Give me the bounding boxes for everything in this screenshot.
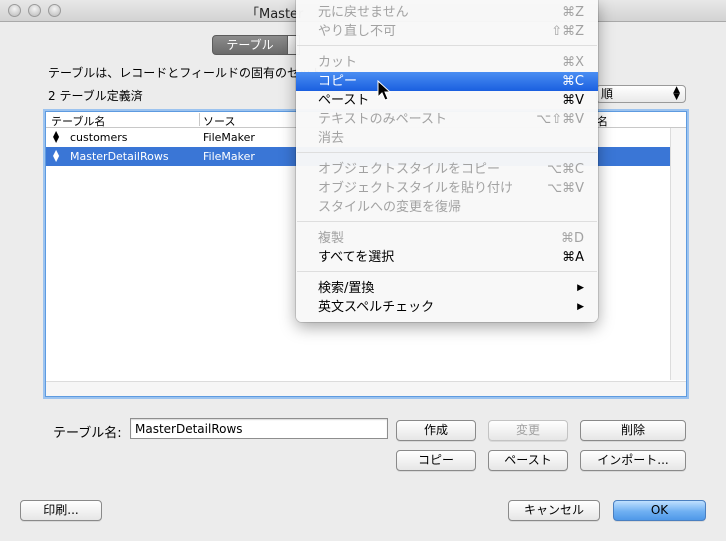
column-header-table-name[interactable]: テーブル名 — [51, 113, 105, 129]
select-arrows-icon: ▲ ▼ — [673, 85, 680, 102]
tables-description: テーブルは、レコードとフィールドの固有のセット — [48, 66, 324, 80]
edit-menu: 元に戻せません ⌘Z やり直し不可 ⇧⌘Z カット ⌘X コピー ⌘C ペースト… — [296, 0, 598, 322]
zoom-window-button[interactable] — [48, 4, 61, 17]
shortcut-label: ⌥⌘C — [546, 162, 584, 177]
paste-button[interactable]: ペースト — [488, 450, 568, 471]
menu-item-select-all[interactable]: すべてを選択 ⌘A — [296, 248, 598, 267]
delete-button[interactable]: 削除 — [580, 420, 686, 441]
create-button[interactable]: 作成 — [396, 420, 476, 441]
minimize-window-button[interactable] — [28, 4, 41, 17]
shortcut-label: ⌘V — [562, 93, 584, 108]
menu-item-cut[interactable]: カット ⌘X — [296, 53, 598, 72]
shortcut-label: ⌘A — [562, 250, 584, 265]
menu-item-clear[interactable]: 消去 — [296, 129, 598, 148]
horizontal-scrollbar[interactable] — [46, 381, 686, 396]
window-title: 「Master — [246, 7, 304, 22]
column-divider[interactable] — [199, 113, 200, 126]
shortcut-label: ⌘D — [560, 231, 584, 246]
menu-item-paste[interactable]: ペースト ⌘V — [296, 91, 598, 110]
shortcut-label: ⌘X — [562, 55, 584, 70]
menu-item-duplicate[interactable]: 複製 ⌘D — [296, 229, 598, 248]
change-button[interactable]: 変更 — [488, 420, 568, 441]
table-name-input[interactable] — [130, 418, 388, 439]
menu-item-undo[interactable]: 元に戻せません ⌘Z — [296, 3, 598, 22]
mouse-pointer-icon — [377, 80, 391, 101]
print-button[interactable]: 印刷... — [20, 500, 102, 521]
column-header-source[interactable]: ソース — [203, 113, 235, 129]
close-window-button[interactable] — [8, 4, 21, 17]
menu-item-paste-object-style[interactable]: オブジェクトスタイルを貼り付け ⌥⌘V — [296, 179, 598, 198]
shortcut-label: ⌥⌘V — [547, 181, 584, 196]
menu-item-spelling[interactable]: 英文スペルチェック ▶ — [296, 298, 598, 317]
import-button[interactable]: インポート... — [580, 450, 686, 471]
view-by-select[interactable]: 順 ▲ ▼ — [596, 85, 686, 103]
table-source-cell: FileMaker — [203, 150, 255, 163]
menu-item-redo[interactable]: やり直し不可 ⇧⌘Z — [296, 22, 598, 41]
table-name-cell: customers — [70, 131, 128, 144]
menu-separator — [297, 152, 597, 153]
menu-item-copy[interactable]: コピー ⌘C — [296, 72, 598, 91]
vertical-scrollbar[interactable] — [670, 128, 686, 380]
table-name-cell: MasterDetailRows — [70, 150, 169, 163]
reorder-handle-icon[interactable]: ▲ ▼ — [53, 149, 59, 163]
cancel-button[interactable]: キャンセル — [508, 500, 600, 521]
shortcut-label: ⇧⌘Z — [551, 24, 584, 39]
menu-separator — [297, 271, 597, 272]
copy-button[interactable]: コピー — [396, 450, 476, 471]
shortcut-label: ⌘C — [561, 74, 584, 89]
table-source-cell: FileMaker — [203, 131, 255, 144]
submenu-arrow-icon: ▶ — [577, 283, 584, 293]
menu-item-revert-style[interactable]: スタイルへの変更を復帰 — [296, 198, 598, 217]
menu-separator — [297, 45, 597, 46]
reorder-handle-icon[interactable]: ▲ ▼ — [53, 130, 59, 144]
view-by-value: 順 — [601, 87, 614, 101]
menu-item-find-replace[interactable]: 検索/置換 ▶ — [296, 279, 598, 298]
tab-tables[interactable]: テーブル — [212, 35, 288, 55]
shortcut-label: ⌥⇧⌘V — [536, 112, 584, 127]
menu-item-copy-object-style[interactable]: オブジェクトスタイルをコピー ⌥⌘C — [296, 160, 598, 179]
column-header-more[interactable]: 名 — [597, 113, 608, 129]
ok-button[interactable]: OK — [613, 500, 706, 521]
shortcut-label: ⌘Z — [562, 5, 584, 20]
table-count-label: 2 テーブル定義済 — [48, 89, 143, 103]
table-name-label: テーブル名: — [53, 426, 122, 441]
menu-item-paste-text-only[interactable]: テキストのみペースト ⌥⇧⌘V — [296, 110, 598, 129]
submenu-arrow-icon: ▶ — [577, 302, 584, 312]
menu-separator — [297, 221, 597, 222]
